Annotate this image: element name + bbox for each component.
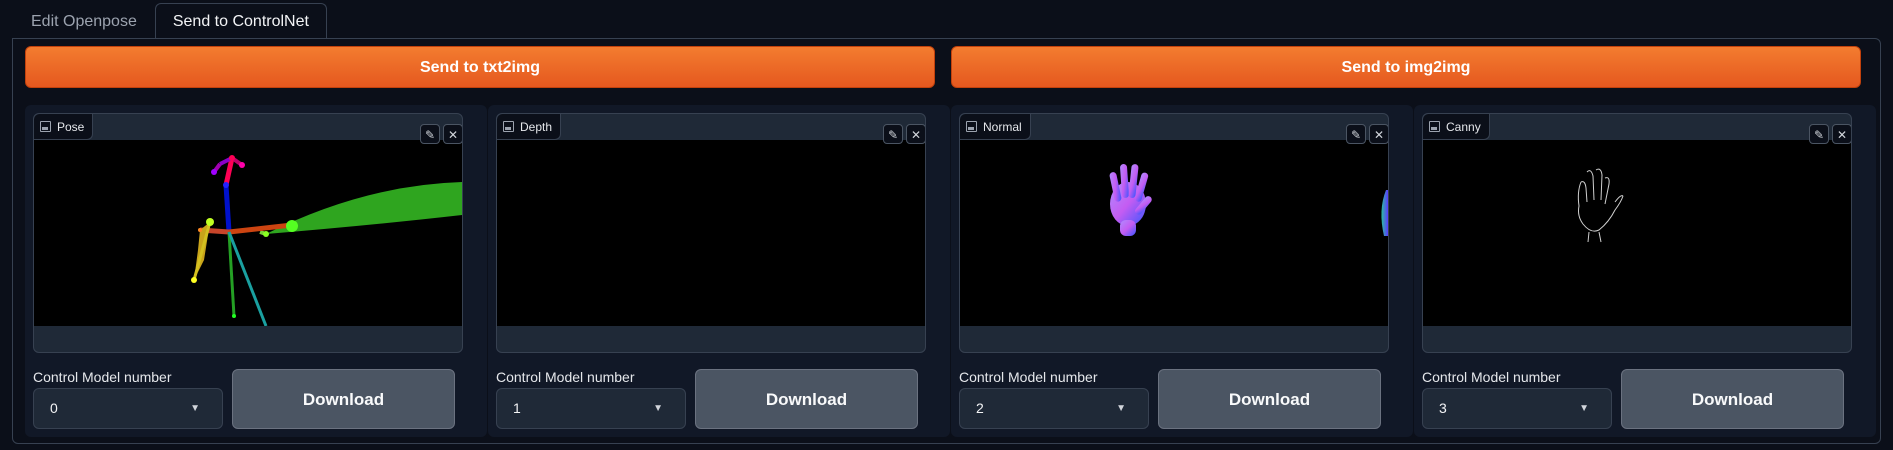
close-icon[interactable]: ✕ [1369,124,1388,144]
canny-image [1423,140,1851,326]
image-label-depth: Depth [497,114,562,140]
control-model-number-select[interactable]: 3 ▼ [1422,388,1612,429]
pencil-icon[interactable]: ✎ [1809,124,1829,144]
control-model-number-select[interactable]: 1 ▼ [496,388,686,429]
control-model-number-select[interactable]: 0 ▼ [33,388,223,429]
pencil-icon[interactable]: ✎ [883,124,903,144]
normal-image [960,140,1388,326]
close-icon[interactable]: ✕ [443,124,462,144]
chevron-down-icon: ▼ [1579,403,1589,414]
image-label-pose: Pose [34,114,94,140]
image-icon [966,121,977,132]
download-button[interactable]: Download [1158,369,1381,429]
tab-bar: Edit Openpose Send to ControlNet [13,3,327,39]
chevron-down-icon: ▼ [190,403,200,414]
download-button[interactable]: Download [1621,369,1844,429]
depth-image [497,140,925,326]
image-input-canny[interactable]: Canny ✎ ✕ [1422,113,1852,353]
pencil-icon[interactable]: ✎ [1346,124,1366,144]
controlnet-unit-canny: Canny ✎ ✕ Control Model number 3 ▼ Downl… [1414,105,1876,437]
image-icon [503,121,514,132]
download-button[interactable]: Download [232,369,455,429]
image-icon [1429,121,1440,132]
chevron-down-icon: ▼ [1116,403,1126,414]
control-model-number-label: Control Model number [1422,369,1561,385]
pencil-icon[interactable]: ✎ [420,124,440,144]
image-input-depth[interactable]: Depth ✎ ✕ [496,113,926,353]
close-icon[interactable]: ✕ [1832,124,1851,144]
close-icon[interactable]: ✕ [906,124,925,144]
control-model-number-label: Control Model number [496,369,635,385]
controlnet-unit-normal: Normal ✎ ✕ Control Model number 2 ▼ Down… [951,105,1413,437]
image-label-normal: Normal [960,114,1031,140]
send-to-img2img-button[interactable]: Send to img2img [951,46,1861,88]
control-model-number-label: Control Model number [33,369,172,385]
image-input-normal[interactable]: Normal ✎ ✕ [959,113,1389,353]
control-model-number-label: Control Model number [959,369,1098,385]
pose-image [34,140,462,327]
image-label-canny: Canny [1423,114,1490,140]
image-icon [40,121,51,132]
tab-edit-openpose[interactable]: Edit Openpose [13,3,155,39]
send-to-txt2img-button[interactable]: Send to txt2img [25,46,935,88]
control-model-number-select[interactable]: 2 ▼ [959,388,1149,429]
image-input-pose[interactable]: Pose ✎ ✕ [33,113,463,353]
tab-send-to-controlnet[interactable]: Send to ControlNet [154,3,327,39]
chevron-down-icon: ▼ [653,403,663,414]
download-button[interactable]: Download [695,369,918,429]
controlnet-unit-depth: Depth ✎ ✕ Control Model number 1 ▼ Downl… [488,105,950,437]
controlnet-unit-pose: Pose ✎ ✕ Control Model number 0 ▼ Downlo… [25,105,487,437]
